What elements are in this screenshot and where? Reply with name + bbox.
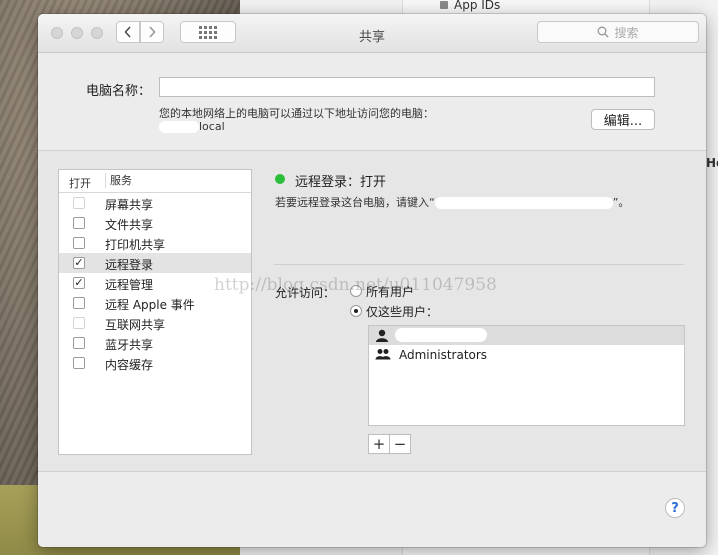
service-label: 打印机共享 xyxy=(105,238,166,252)
bottom-bar: ? xyxy=(38,471,706,547)
user-row[interactable]: Administrators xyxy=(369,345,684,364)
computer-name-section: 电脑名称： 您的本地网络上的电脑可以通过以下地址访问您的电脑： local 编辑… xyxy=(38,53,706,151)
status-hint: 若要远程登录这台电脑，请键入“ ”。 xyxy=(275,194,629,210)
column-header-service[interactable]: 服务 xyxy=(105,173,132,188)
service-label: 远程登录 xyxy=(105,258,154,272)
radio-only-these-users[interactable] xyxy=(350,305,362,317)
service-row[interactable]: 打印机共享 xyxy=(59,233,251,253)
appids-label[interactable]: App IDs xyxy=(454,0,500,12)
status-hint-suffix: ”。 xyxy=(612,196,630,209)
sharing-body: 打开 服务 屏幕共享文件共享打印机共享 ✓ 远程登录 ✓ 远程管理远程 Apple 事件… xyxy=(38,151,706,471)
service-row[interactable]: 远程 Apple 事件 xyxy=(59,293,251,313)
service-checkbox[interactable]: ✓ xyxy=(73,257,85,269)
computer-name-label: 电脑名称： xyxy=(86,84,152,99)
service-label: 内容缓存 xyxy=(105,358,154,372)
service-row[interactable]: 互联网共享 xyxy=(59,313,251,333)
search-field[interactable]: 搜索 xyxy=(537,21,699,43)
redacted-hostname xyxy=(159,121,199,133)
service-label: 互联网共享 xyxy=(105,318,166,332)
radio-only-these-users-label[interactable]: 仅这些用户： xyxy=(366,303,438,320)
titlebar: 共享 搜索 xyxy=(38,14,706,53)
service-label: 蓝牙共享 xyxy=(105,338,154,352)
service-row[interactable]: 屏幕共享 xyxy=(59,193,251,213)
service-label: 文件共享 xyxy=(105,218,154,232)
redacted-ssh-command xyxy=(434,197,613,209)
services-header: 打开 服务 xyxy=(59,170,251,193)
help-button[interactable]: ? xyxy=(665,498,685,518)
background-text: He xyxy=(706,156,718,170)
service-label: 远程 Apple 事件 xyxy=(105,298,195,312)
service-checkbox[interactable] xyxy=(73,337,85,349)
search-icon xyxy=(598,26,609,38)
service-checkbox xyxy=(73,197,85,209)
search-placeholder: 搜索 xyxy=(614,25,639,40)
user-name: Administrators xyxy=(399,348,488,362)
remove-user-button[interactable]: − xyxy=(389,434,411,454)
sharing-window: 共享 搜索 电脑名称： 您的本地网络上的电脑可以通过以下地址访问您的电脑： lo… xyxy=(38,14,706,547)
service-row[interactable]: 文件共享 xyxy=(59,213,251,233)
address-hint: 您的本地网络上的电脑可以通过以下地址访问您的电脑： xyxy=(159,107,434,120)
status-indicator xyxy=(275,174,285,184)
service-checkbox[interactable] xyxy=(73,237,85,249)
redacted-username xyxy=(395,328,487,342)
computer-name-field[interactable] xyxy=(159,77,655,97)
column-header-open[interactable]: 打开 xyxy=(69,175,91,191)
service-checkbox xyxy=(73,317,85,329)
service-row[interactable]: ✓ 远程登录 xyxy=(59,253,251,273)
service-row[interactable]: 内容缓存 xyxy=(59,353,251,373)
service-checkbox[interactable]: ✓ xyxy=(73,277,85,289)
local-address-text: local xyxy=(199,120,225,133)
edit-button[interactable]: 编辑... xyxy=(591,109,655,130)
appids-bullet-icon xyxy=(440,1,448,9)
group-icon xyxy=(375,349,391,360)
service-row[interactable]: 蓝牙共享 xyxy=(59,333,251,353)
section-divider xyxy=(274,264,684,265)
add-user-button[interactable]: + xyxy=(368,434,390,454)
local-address: local xyxy=(159,120,225,133)
users-list: Administrators xyxy=(368,325,685,426)
service-checkbox[interactable] xyxy=(73,217,85,229)
services-list: 打开 服务 屏幕共享文件共享打印机共享 ✓ 远程登录 ✓ 远程管理远程 Apple 事件… xyxy=(58,169,252,455)
service-label: 远程管理 xyxy=(105,278,154,292)
watermark-text: http://blog.csdn.net/u011047958 xyxy=(214,275,497,295)
status-hint-prefix: 若要远程登录这台电脑，请键入“ xyxy=(275,196,435,209)
service-checkbox[interactable] xyxy=(73,357,85,369)
service-label: 屏幕共享 xyxy=(105,198,154,212)
service-checkbox[interactable] xyxy=(73,297,85,309)
user-icon xyxy=(376,329,388,342)
status-text: 远程登录：打开 xyxy=(295,175,387,190)
user-row[interactable] xyxy=(369,326,684,345)
